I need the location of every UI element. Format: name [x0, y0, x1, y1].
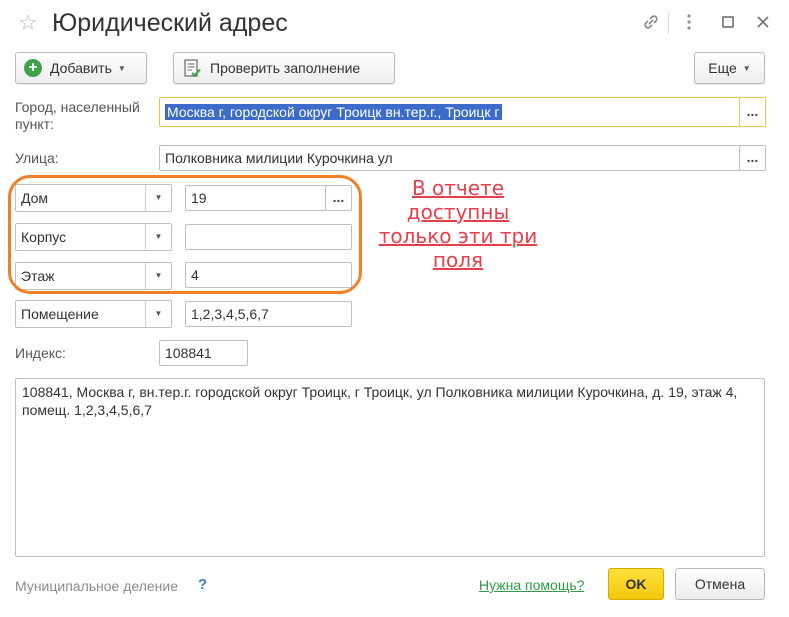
annotation-line: только эти три: [378, 224, 538, 248]
add-button[interactable]: + Добавить ▼: [15, 52, 147, 84]
chevron-down-icon: ▼: [742, 63, 751, 73]
street-label: Улица:: [15, 150, 59, 166]
room-input-value: 1,2,3,4,5,6,7: [191, 306, 269, 322]
maximize-icon[interactable]: [717, 12, 739, 37]
cancel-button[interactable]: Отмена: [675, 568, 765, 600]
plus-circle-icon: +: [24, 59, 42, 77]
link-icon[interactable]: [640, 12, 662, 37]
add-button-label: Добавить: [50, 60, 112, 76]
need-help-link[interactable]: Нужна помощь?: [479, 577, 584, 593]
city-label: Город, населенный пункт:: [15, 99, 140, 132]
index-input-value: 108841: [165, 345, 212, 361]
city-input-value: Москва г, городской округ Троицк вн.тер.…: [165, 104, 502, 120]
checklist-icon: [184, 59, 201, 77]
help-question-icon[interactable]: ?: [198, 576, 207, 593]
index-input[interactable]: 108841: [159, 340, 248, 366]
check-filling-label: Проверить заполнение: [210, 60, 361, 76]
city-input[interactable]: Москва г, городской округ Троицк вн.тер.…: [159, 97, 740, 127]
street-select-button[interactable]: ...: [739, 145, 766, 171]
ok-button[interactable]: OK: [608, 568, 664, 600]
annotation-line: поля: [432, 248, 484, 272]
municipal-division-label[interactable]: Муниципальное деление: [15, 577, 178, 595]
window-title: Юридический адрес: [52, 9, 288, 37]
annotation-line: В отчете: [411, 176, 505, 200]
check-filling-button[interactable]: Проверить заполнение: [173, 52, 395, 84]
city-select-button[interactable]: ...: [739, 97, 766, 127]
street-input-value: Полковника милиции Курочкина ул: [165, 150, 393, 166]
more-button[interactable]: Еще ▼: [694, 52, 765, 84]
full-address-textarea[interactable]: 108841, Москва г, вн.тер.г. городской ок…: [15, 378, 765, 557]
annotation-line: доступны: [406, 200, 510, 224]
room-type-select[interactable]: Помещение ▼: [15, 300, 172, 328]
room-type-value: Помещение: [21, 306, 99, 322]
title-separator: [668, 12, 669, 34]
close-icon[interactable]: [752, 12, 774, 37]
room-input[interactable]: 1,2,3,4,5,6,7: [185, 301, 352, 327]
more-button-label: Еще: [708, 60, 737, 76]
chevron-down-icon[interactable]: ▼: [145, 301, 171, 327]
more-icon[interactable]: [678, 12, 700, 37]
annotation-frame: [8, 175, 362, 294]
annotation-text: В отчете доступны только эти три поля: [378, 176, 538, 272]
street-input[interactable]: Полковника милиции Курочкина ул: [159, 145, 740, 171]
favorite-star-icon[interactable]: ☆: [18, 10, 38, 36]
index-label: Индекс:: [15, 345, 66, 361]
chevron-down-icon: ▼: [117, 63, 126, 73]
